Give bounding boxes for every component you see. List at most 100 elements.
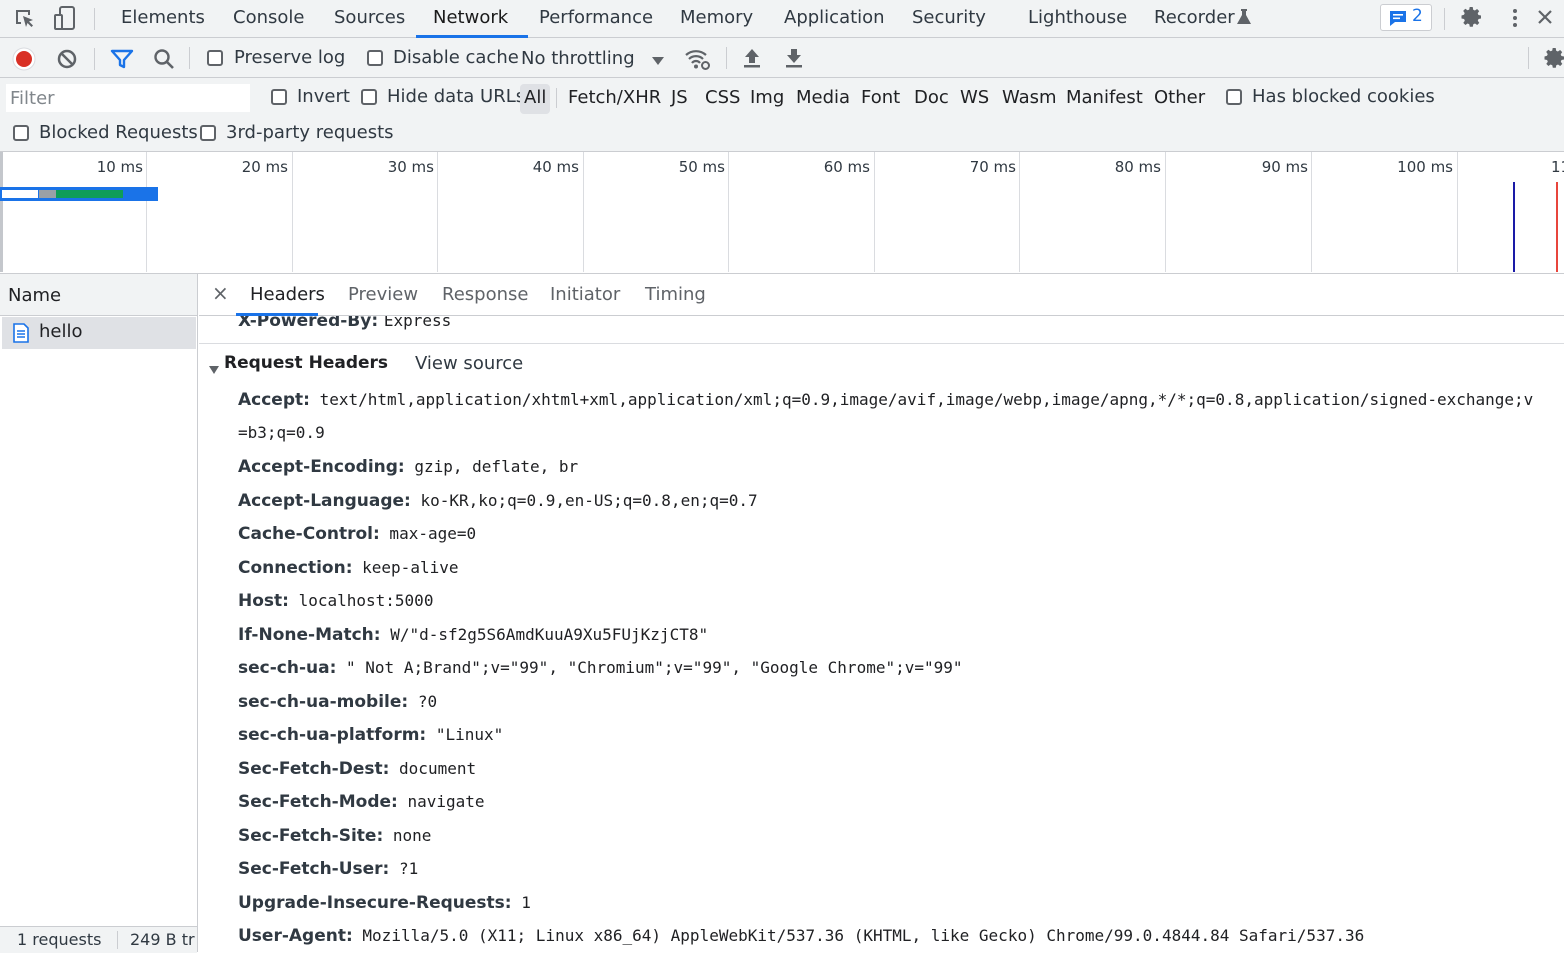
detail-tab-response[interactable]: Response: [442, 284, 528, 305]
header-value: ko-KR,ko;q=0.9,en-US;q=0.8,en;q=0.7: [410, 490, 758, 510]
request-headers-title[interactable]: Request Headers: [224, 353, 388, 373]
collapse-triangle-icon[interactable]: [208, 359, 220, 380]
disable-cache-checkbox[interactable]: [367, 50, 383, 66]
header-value: W/"d-sf2g5S6AmdKuuA9Xu5FUjKzjCT8": [380, 624, 709, 644]
tab-network[interactable]: Network: [433, 7, 508, 28]
inspect-element-icon[interactable]: [12, 6, 38, 37]
timeline-tick-label: 90 ms: [1261, 158, 1308, 176]
tab-recorder[interactable]: Recorder: [1154, 7, 1235, 28]
export-har-icon[interactable]: [783, 47, 805, 74]
record-button-icon[interactable]: [12, 47, 36, 76]
type-filter-doc[interactable]: Doc: [914, 84, 949, 114]
view-source-link[interactable]: View source: [415, 353, 523, 374]
tab-memory[interactable]: Memory: [680, 7, 753, 28]
hide-data-urls-label: Hide data URLs: [387, 86, 526, 107]
type-filter-other[interactable]: Other: [1154, 84, 1205, 114]
dropdown-arrow-icon[interactable]: [651, 51, 665, 72]
type-filter-media[interactable]: Media: [796, 84, 850, 114]
tab-console[interactable]: Console: [233, 7, 304, 28]
type-filter-css[interactable]: CSS: [705, 84, 740, 114]
detail-tab-preview[interactable]: Preview: [348, 284, 418, 305]
timeline-tick-label: 80 ms: [1114, 158, 1161, 176]
issues-badge[interactable]: 2: [1380, 4, 1432, 31]
request-detail-tabbar: × Headers Preview Response Initiator Tim…: [199, 274, 1564, 316]
has-blocked-cookies-checkbox[interactable]: [1226, 89, 1242, 105]
network-conditions-icon[interactable]: [684, 46, 712, 77]
tab-performance[interactable]: Performance: [539, 7, 653, 28]
close-devtools-icon[interactable]: [1537, 9, 1553, 30]
tab-sources[interactable]: Sources: [334, 7, 405, 28]
search-icon[interactable]: [152, 47, 176, 76]
header-name: Sec-Fetch-Site:: [238, 825, 384, 846]
hide-data-urls-checkbox[interactable]: [361, 89, 377, 105]
header-value: ?0: [408, 691, 438, 711]
request-name: hello: [39, 321, 83, 342]
filter-input[interactable]: [6, 84, 250, 112]
request-header-row: Sec-Fetch-Dest: document: [238, 758, 476, 779]
preserve-log-label: Preserve log: [234, 47, 346, 68]
header-value: document: [389, 758, 477, 778]
network-settings-gear-icon[interactable]: [1543, 46, 1564, 75]
filter-icon[interactable]: [110, 47, 134, 76]
invert-checkbox[interactable]: [271, 89, 287, 105]
load-event-marker: [1556, 182, 1558, 272]
header-value: localhost:5000: [288, 591, 434, 610]
throttling-select[interactable]: No throttling: [521, 48, 635, 69]
third-party-checkbox[interactable]: [200, 125, 216, 141]
header-value: Mozilla/5.0 (X11; Linux x86_64) AppleWeb…: [352, 926, 1365, 945]
header-name: User-Agent:: [238, 926, 353, 946]
header-name: Host:: [238, 591, 289, 611]
header-name: Accept-Encoding:: [238, 457, 405, 477]
flask-icon: [1236, 8, 1252, 31]
blocked-requests-label: Blocked Requests: [39, 122, 198, 143]
type-filter-fetch-xhr[interactable]: Fetch/XHR: [568, 84, 661, 114]
detail-tab-timing[interactable]: Timing: [645, 284, 706, 305]
type-filter-manifest[interactable]: Manifest: [1066, 84, 1143, 114]
tab-application[interactable]: Application: [784, 7, 885, 28]
type-filter-wasm[interactable]: Wasm: [1002, 84, 1057, 114]
type-filter-js[interactable]: JS: [671, 84, 688, 114]
header-name: Connection:: [238, 557, 353, 578]
type-filter-all[interactable]: All: [520, 84, 551, 114]
close-detail-icon[interactable]: ×: [212, 281, 229, 305]
header-value: 1: [511, 892, 531, 912]
request-row[interactable]: hello: [2, 317, 196, 349]
type-filter-ws[interactable]: WS: [960, 84, 989, 114]
timeline-tick-label: 30 ms: [387, 158, 434, 176]
name-column-label: Name: [8, 285, 62, 306]
third-party-label: 3rd-party requests: [226, 122, 394, 143]
settings-gear-icon[interactable]: [1460, 5, 1484, 34]
dom-content-loaded-marker: [1513, 182, 1515, 272]
devtools-tabbar: Elements Console Sources Network Perform…: [0, 0, 1564, 38]
detail-tab-initiator[interactable]: Initiator: [550, 284, 620, 305]
tab-lighthouse[interactable]: Lighthouse: [1028, 7, 1127, 28]
type-filter-img[interactable]: Img: [750, 84, 784, 114]
request-header-row: Sec-Fetch-User: ?1: [238, 858, 418, 879]
request-list: Name hello 1 requests 249 B tr: [0, 274, 198, 953]
header-name: Upgrade-Insecure-Requests:: [238, 892, 512, 913]
device-toolbar-icon[interactable]: [52, 5, 78, 38]
header-name: Sec-Fetch-Dest:: [238, 758, 390, 779]
tab-security[interactable]: Security: [912, 7, 986, 28]
detail-tab-headers[interactable]: Headers: [250, 284, 325, 305]
header-value: Express: [383, 316, 452, 330]
type-filter-font[interactable]: Font: [861, 84, 900, 114]
preserve-log-checkbox[interactable]: [207, 50, 223, 66]
request-header-row: Sec-Fetch-Site: none: [238, 825, 431, 846]
timeline-tick-label: 60 ms: [823, 158, 870, 176]
tab-elements[interactable]: Elements: [121, 7, 205, 28]
blocked-requests-checkbox[interactable]: [13, 125, 29, 141]
header-name: Accept:: [238, 390, 310, 410]
clear-icon[interactable]: [55, 47, 79, 76]
request-header-row: sec-ch-ua-platform: "Linux": [238, 724, 503, 745]
header-name: sec-ch-ua-platform:: [238, 725, 427, 745]
header-value-continuation: =b3;q=0.9: [238, 422, 325, 442]
import-har-icon[interactable]: [741, 47, 763, 74]
request-header-row: Cache-Control: max-age=0: [238, 523, 476, 544]
name-column-header[interactable]: Name: [0, 274, 197, 316]
header-name: Cache-Control:: [238, 524, 380, 544]
disable-cache-label: Disable cache: [393, 47, 519, 68]
timeline-overview[interactable]: 10 ms 20 ms 30 ms 40 ms 50 ms 60 ms 70 m…: [0, 152, 1564, 274]
more-options-icon[interactable]: [1505, 7, 1525, 34]
request-header-row: If-None-Match: W/"d-sf2g5S6AmdKuuA9Xu5FU…: [238, 624, 708, 645]
